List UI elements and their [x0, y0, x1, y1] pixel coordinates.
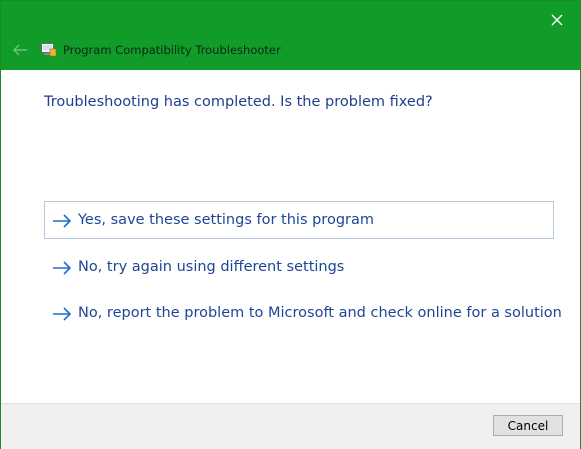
arrow-right-icon: [53, 261, 72, 275]
arrow-right-icon: [53, 307, 72, 321]
title-bar: Program Compatibility Troubleshooter: [1, 1, 580, 70]
option-no-report-problem[interactable]: No, report the problem to Microsoft and …: [44, 294, 562, 332]
close-button[interactable]: [540, 7, 574, 33]
close-icon: [551, 14, 563, 26]
option-label: No, try again using different settings: [78, 259, 345, 275]
option-no-try-again[interactable]: No, try again using different settings: [44, 248, 554, 286]
troubleshooter-icon: [41, 43, 57, 57]
option-label: No, report the problem to Microsoft and …: [78, 305, 562, 321]
dialog-footer: Cancel: [1, 403, 580, 449]
option-yes-save-settings[interactable]: Yes, save these settings for this progra…: [44, 201, 554, 239]
back-arrow-icon: [13, 44, 27, 56]
cancel-button[interactable]: Cancel: [493, 415, 563, 436]
completion-question: Troubleshooting has completed. Is the pr…: [44, 94, 433, 110]
troubleshooter-window: Program Compatibility Troubleshooter Tro…: [0, 0, 581, 449]
option-label: Yes, save these settings for this progra…: [78, 212, 374, 228]
back-button[interactable]: [9, 39, 31, 61]
window-title: Program Compatibility Troubleshooter: [63, 43, 281, 57]
arrow-right-icon: [53, 214, 72, 228]
